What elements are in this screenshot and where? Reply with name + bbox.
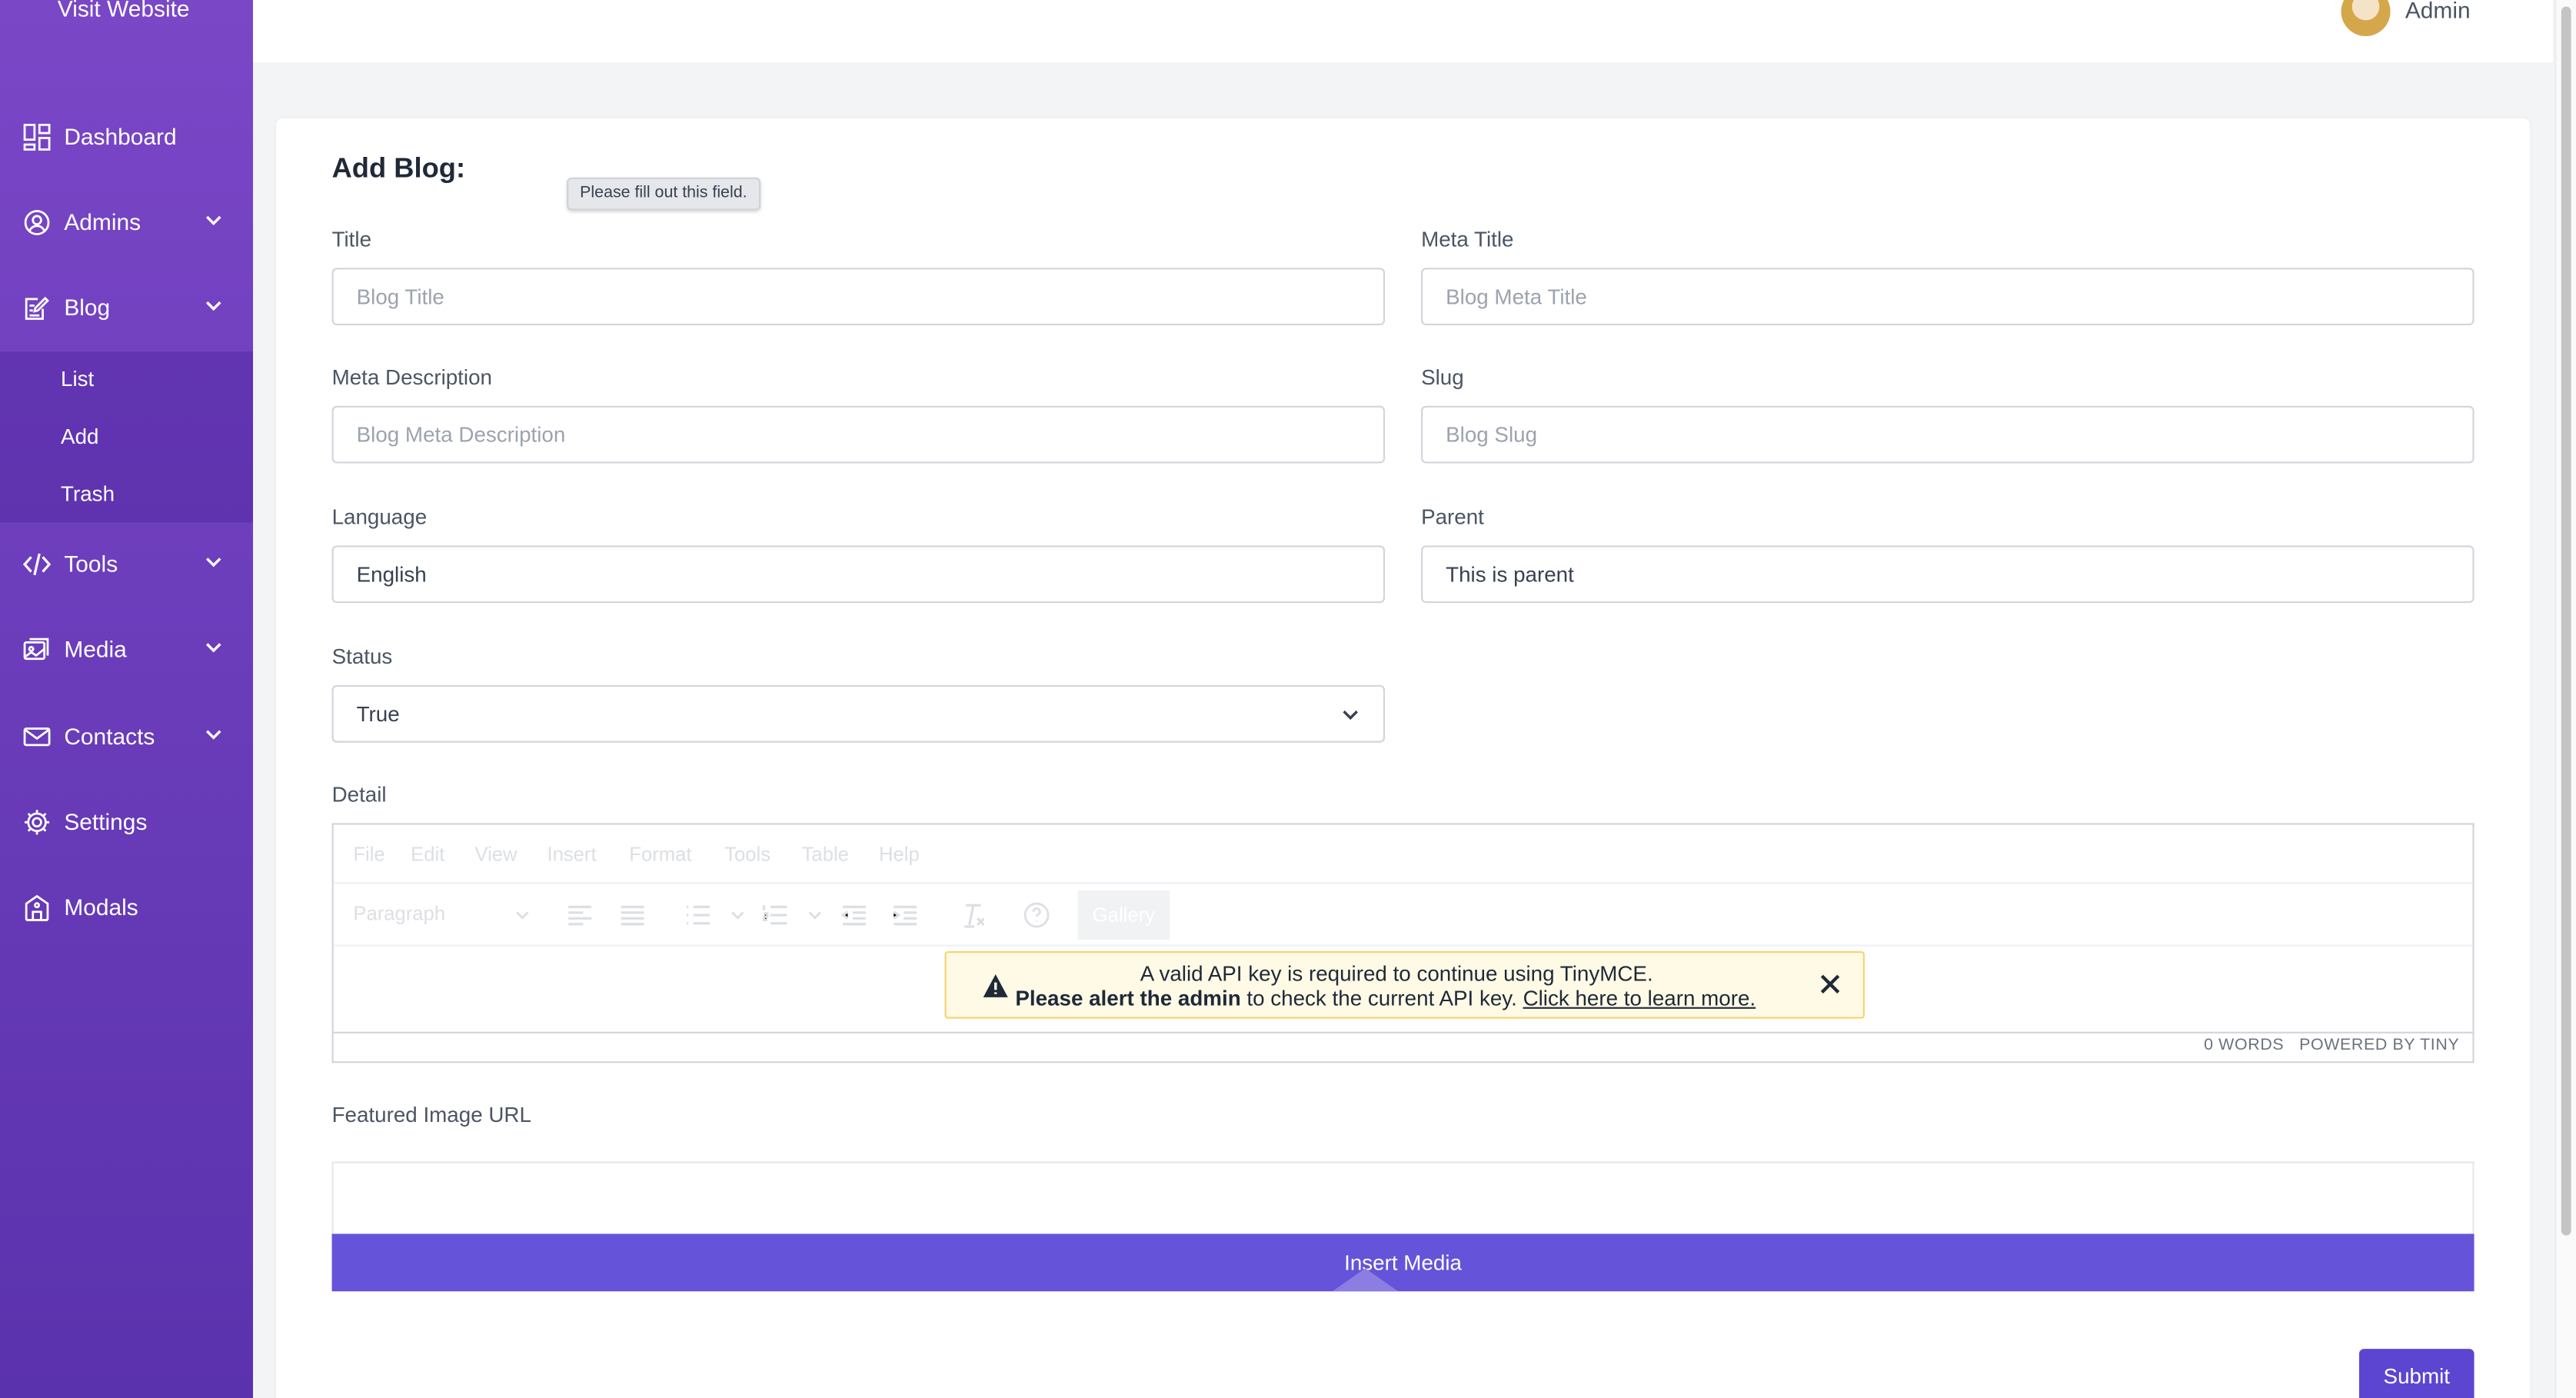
sidebar: Visit Website Dashboard Admins Blog List… — [0, 0, 254, 1398]
rich-text-editor[interactable]: File Edit View Insert Format Tools Table… — [331, 823, 2474, 1063]
notice-line-1: A valid API key is required to continue … — [1140, 960, 1653, 986]
sidebar-item-blog[interactable]: Blog — [0, 275, 253, 340]
parent-input[interactable]: This is parent — [1421, 545, 2474, 604]
clear-formatting-icon[interactable] — [961, 902, 984, 928]
learn-more-link[interactable]: Click here to learn more. — [1523, 986, 1756, 1010]
sidebar-item-label: Media — [64, 635, 127, 663]
powered-by-tiny-link[interactable]: POWERED BY TINY — [2299, 1037, 2459, 1055]
align-left-icon[interactable] — [567, 904, 593, 927]
chevron-down-icon — [205, 215, 221, 225]
sidebar-item-label: Admins — [64, 208, 141, 235]
gear-icon — [23, 807, 51, 835]
slug-label: Slug — [1421, 364, 1464, 390]
sidebar-item-label: Blog — [64, 294, 111, 321]
admins-icon — [23, 208, 51, 235]
status-label: Status — [331, 644, 393, 669]
editor-menubar: File Edit View Insert Format Tools Table… — [333, 825, 2473, 884]
detail-label: Detail — [331, 781, 387, 807]
menu-table[interactable]: Table — [802, 843, 849, 866]
sidebar-item-label: Contacts — [64, 723, 155, 750]
block-format-select[interactable]: Paragraph — [353, 902, 445, 925]
sidebar-item-modals[interactable]: Modals — [0, 874, 253, 940]
sidebar-item-tools[interactable]: Tools — [0, 531, 253, 596]
sidebar-item-label: Dashboard — [64, 123, 177, 150]
submenu-item-add[interactable]: Add — [61, 424, 98, 448]
language-input[interactable]: English — [331, 545, 1386, 604]
page-title: Add Blog: — [331, 152, 466, 185]
outdent-icon[interactable] — [840, 904, 867, 927]
meta-description-label: Meta Description — [331, 364, 492, 390]
meta-title-label: Meta Title — [1421, 226, 1514, 251]
featured-image-url-input[interactable] — [331, 1161, 2474, 1236]
bullet-list-icon[interactable] — [685, 904, 711, 927]
scrollbar-thumb[interactable] — [2561, 6, 2571, 1236]
blog-edit-icon — [23, 293, 51, 321]
featured-image-label: Featured Image URL — [331, 1102, 531, 1127]
menu-help[interactable]: Help — [879, 843, 920, 866]
validation-tooltip: Please fill out this field. — [567, 177, 760, 211]
gallery-button[interactable]: Gallery — [1077, 890, 1170, 940]
code-icon — [22, 550, 52, 578]
tooltip-arrow — [1332, 1268, 1399, 1292]
align-justify-icon[interactable] — [619, 904, 645, 927]
numbered-list-icon[interactable] — [762, 904, 788, 927]
menu-edit[interactable]: Edit — [411, 843, 444, 866]
status-selected-value: True — [356, 701, 400, 727]
chevron-down-icon — [205, 730, 221, 740]
menu-view[interactable]: View — [474, 843, 517, 866]
chevron-down-icon — [205, 301, 221, 311]
meta-description-input[interactable]: Blog Meta Description — [331, 405, 1386, 464]
insert-media-button[interactable]: Insert Media — [331, 1233, 2474, 1292]
menu-file[interactable]: File — [353, 843, 384, 866]
notice-bold-text: Please alert the admin — [1015, 985, 1241, 1010]
warning-icon — [983, 974, 1008, 997]
title-label: Title — [331, 226, 372, 251]
parent-label: Parent — [1421, 504, 1484, 529]
chevron-down-icon — [205, 558, 221, 568]
sidebar-item-settings[interactable]: Settings — [0, 789, 253, 854]
blog-submenu: List Add Trash — [0, 351, 254, 523]
notice-line-2: Please alert the admin to check the curr… — [1015, 986, 1756, 1010]
submenu-item-list[interactable]: List — [61, 366, 94, 391]
slug-input[interactable]: Blog Slug — [1421, 405, 2474, 464]
editor-statusbar: 0 WORDS POWERED BY TINY — [333, 1031, 2473, 1061]
language-label: Language — [331, 504, 428, 529]
sidebar-item-media[interactable]: Media — [0, 616, 253, 681]
editor-toolbar: Paragraph Gallery — [333, 884, 2473, 947]
submit-button[interactable]: Submit — [2359, 1349, 2474, 1398]
chevron-down-icon — [1343, 710, 1358, 721]
sidebar-item-label: Tools — [64, 550, 118, 577]
menu-tools[interactable]: Tools — [724, 843, 770, 866]
menu-format[interactable]: Format — [629, 843, 691, 866]
help-icon[interactable] — [1023, 902, 1050, 928]
top-header — [253, 0, 2554, 63]
close-icon[interactable] — [1819, 973, 1842, 996]
modals-icon — [23, 893, 51, 920]
status-select[interactable]: True — [331, 684, 1386, 743]
page-scrollbar[interactable] — [2554, 0, 2576, 1398]
chevron-down-icon — [731, 911, 744, 920]
sidebar-item-label: Settings — [64, 808, 148, 835]
api-key-notice: A valid API key is required to continue … — [944, 951, 1865, 1019]
chevron-down-icon — [808, 911, 821, 920]
media-images-icon — [23, 635, 51, 663]
meta-title-input[interactable]: Blog Meta Title — [1421, 268, 2474, 326]
indent-icon[interactable] — [892, 904, 918, 927]
word-count: 0 WORDS — [2204, 1037, 2285, 1055]
chevron-down-icon — [205, 643, 221, 653]
sidebar-item-label: Modals — [64, 894, 138, 920]
dashboard-icon — [23, 122, 51, 150]
chevron-down-icon — [516, 911, 529, 920]
user-name[interactable]: Admin — [2405, 0, 2471, 23]
menu-insert[interactable]: Insert — [547, 843, 596, 866]
notice-middle-text: to check the current API key. — [1240, 985, 1523, 1010]
submenu-item-trash[interactable]: Trash — [61, 481, 115, 506]
sidebar-item-dashboard[interactable]: Dashboard — [0, 104, 253, 169]
mail-icon — [23, 722, 51, 750]
title-input[interactable]: Blog Title — [331, 268, 1386, 326]
sidebar-item-contacts[interactable]: Contacts — [0, 703, 253, 768]
visit-website-link[interactable]: Visit Website — [58, 0, 190, 22]
sidebar-item-admins[interactable]: Admins — [0, 189, 253, 255]
